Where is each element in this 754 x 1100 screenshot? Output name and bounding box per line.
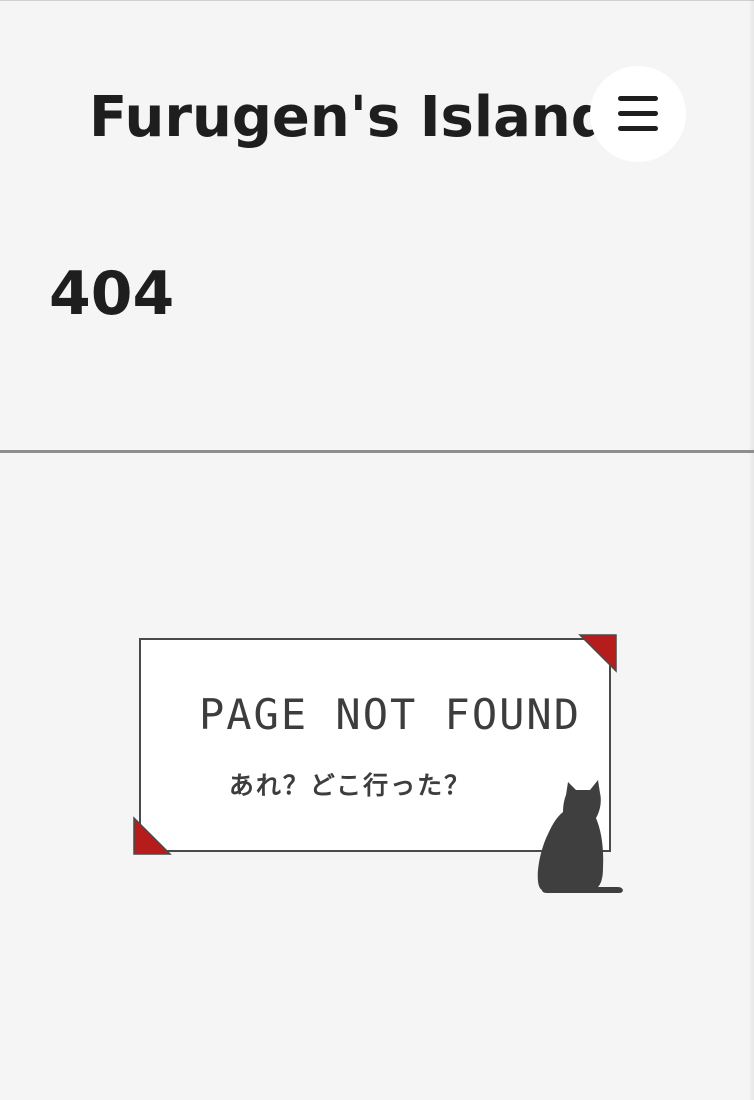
top-border	[0, 0, 754, 1]
card-frame	[139, 638, 611, 852]
not-found-subtitle: あれ？どこ行った？	[228, 771, 472, 800]
header-divider	[0, 450, 754, 453]
not-found-frame	[133, 634, 623, 893]
menu-button[interactable]	[590, 66, 686, 162]
hamburger-menu-icon	[618, 96, 658, 131]
not-found-illustration: PAGE NOT FOUND あれ？どこ行った？	[130, 630, 630, 900]
not-found-title: PAGE NOT FOUND	[198, 690, 581, 739]
scroll-edge	[748, 0, 754, 1100]
site-title[interactable]: Furugen's Island	[89, 78, 611, 158]
page-title: 404	[49, 259, 175, 329]
